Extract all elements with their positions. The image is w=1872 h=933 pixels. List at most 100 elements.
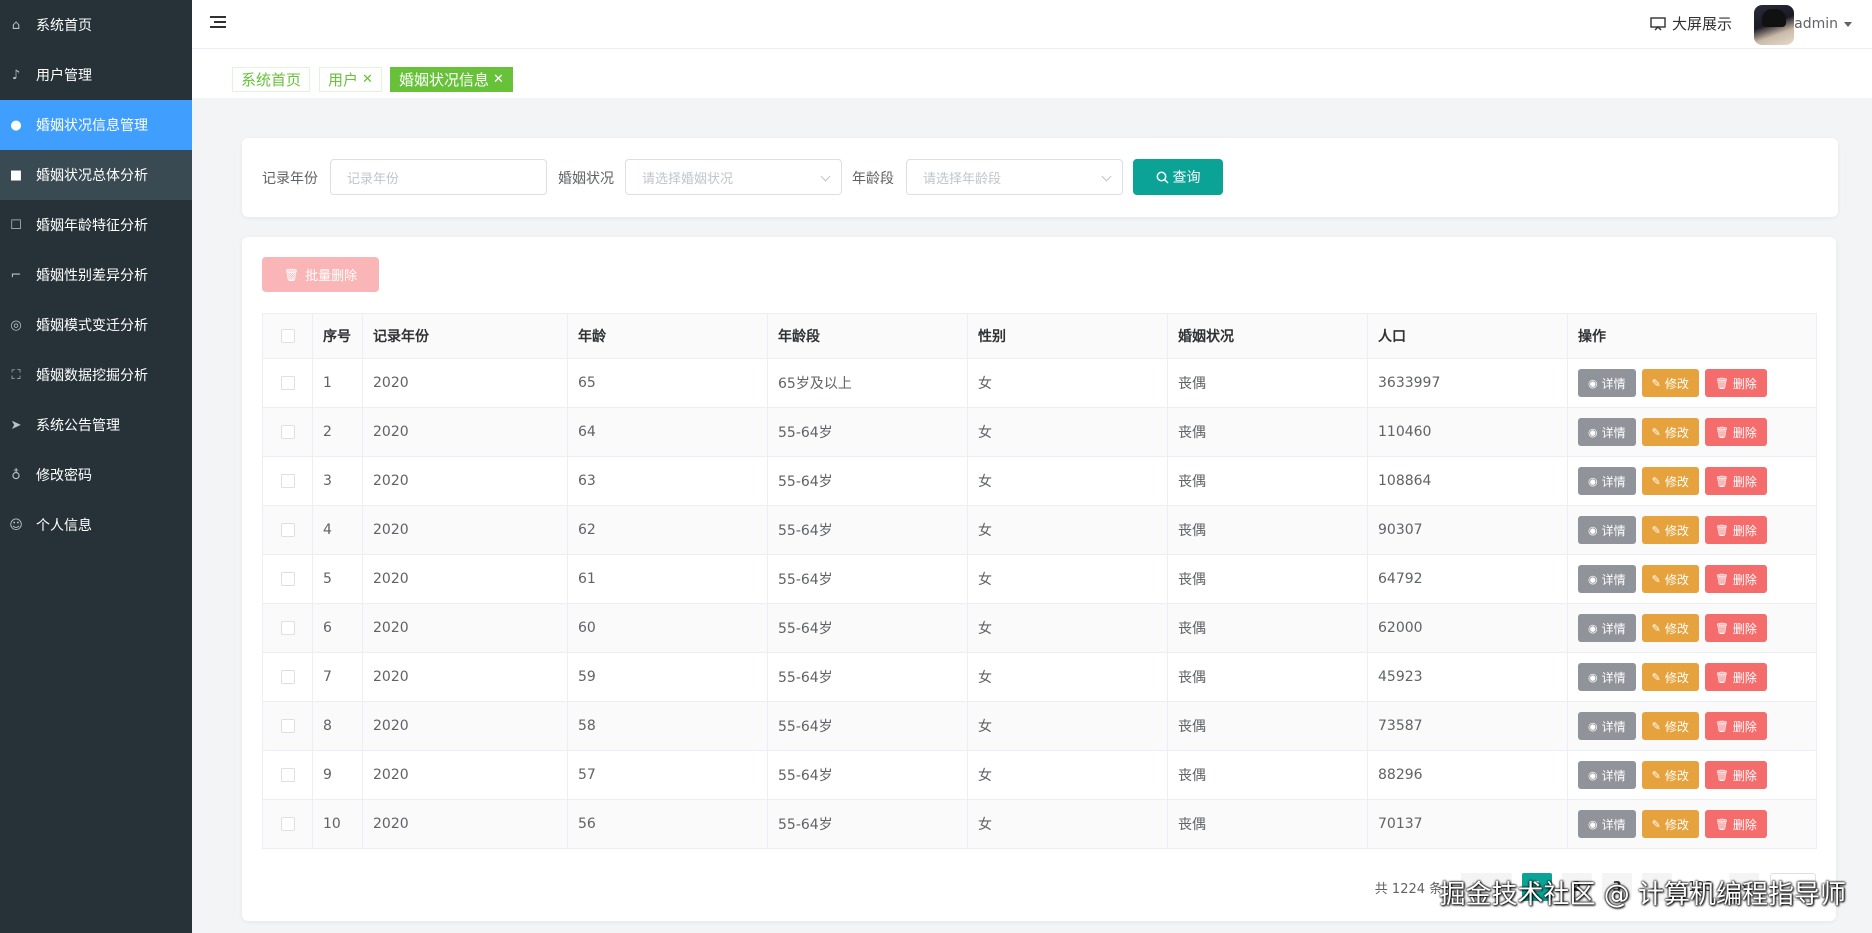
delete-button[interactable]: 🗑 删除 <box>1704 516 1767 544</box>
status-select[interactable]: 请选择婚姻状况 <box>625 159 842 195</box>
cell-age: 65 <box>567 358 768 408</box>
detail-button[interactable]: ◉ 详情 <box>1578 663 1636 691</box>
age-group-placeholder: 请选择年龄段 <box>923 171 1002 187</box>
batch-delete-label: 批量删除 <box>305 269 358 284</box>
sidebar-item[interactable]: ☐ 婚姻年龄特征分析 <box>0 200 192 250</box>
bulb-icon: ● <box>10 117 22 133</box>
detail-label: 详情 <box>1601 719 1626 734</box>
table-panel: 🗑 批量删除 序号 记录年份 年龄 年龄段 性别 婚姻状况 人口 操作 1 202… <box>242 237 1836 921</box>
delete-button[interactable]: 🗑 删除 <box>1704 418 1767 446</box>
row-checkbox[interactable] <box>280 572 295 586</box>
detail-button[interactable]: ◉ 详情 <box>1578 467 1636 495</box>
row-checkbox[interactable] <box>280 523 295 537</box>
cell-population: 90307 <box>1367 505 1568 555</box>
detail-button[interactable]: ◉ 详情 <box>1578 810 1636 838</box>
sidebar-item[interactable]: ● 婚姻状况信息管理 <box>0 100 192 150</box>
age-group-select[interactable]: 请选择年龄段 <box>906 159 1123 195</box>
row-checkbox[interactable] <box>280 474 295 488</box>
delete-button[interactable]: 🗑 删除 <box>1704 467 1767 495</box>
close-icon[interactable]: ✕ <box>362 72 373 87</box>
select-all-checkbox[interactable] <box>280 329 295 343</box>
sidebar-item[interactable]: ⌂ 系统首页 <box>0 0 192 50</box>
tag-marriage-info[interactable]: 婚姻状况信息 ✕ <box>390 67 513 92</box>
sidebar-item[interactable]: ♁ 修改密码 <box>0 450 192 500</box>
detail-button[interactable]: ◉ 详情 <box>1578 712 1636 740</box>
header-actions: 操作 <box>1567 313 1817 359</box>
row-checkbox[interactable] <box>280 768 295 782</box>
edit-label: 修改 <box>1664 670 1689 685</box>
cell-age: 60 <box>567 603 768 653</box>
delete-button[interactable]: 🗑 删除 <box>1704 369 1767 397</box>
edit-button[interactable]: ✎ 修改 <box>1641 369 1699 397</box>
edit-button[interactable]: ✎ 修改 <box>1641 516 1699 544</box>
tag-home[interactable]: 系统首页 <box>232 67 311 92</box>
delete-label: 删除 <box>1732 523 1757 538</box>
sidebar-item[interactable]: ☺ 个人信息 <box>0 500 192 550</box>
tag-marriage-label: 婚姻状况信息 <box>399 71 490 89</box>
close-icon[interactable]: ✕ <box>493 72 504 87</box>
delete-label: 删除 <box>1732 719 1757 734</box>
cell-gender: 女 <box>967 554 1168 604</box>
edit-button[interactable]: ✎ 修改 <box>1641 467 1699 495</box>
row-select-cell <box>262 456 313 506</box>
edit-button[interactable]: ✎ 修改 <box>1641 810 1699 838</box>
table-row: 7 2020 59 55-64岁女丧偶 45923 ◉ 详情 ✎ 修改 🗑 删除 <box>262 652 1817 702</box>
search-icon <box>1156 171 1169 184</box>
sidebar-item[interactable]: ■ 婚姻状况总体分析 <box>0 150 192 200</box>
detail-label: 详情 <box>1601 817 1626 832</box>
delete-button[interactable]: 🗑 删除 <box>1704 761 1767 789</box>
row-checkbox[interactable] <box>280 817 295 831</box>
delete-button[interactable]: 🗑 删除 <box>1704 712 1767 740</box>
sidebar-item-label: 系统公告管理 <box>36 418 120 434</box>
sidebar-item[interactable]: ♪ 用户管理 <box>0 50 192 100</box>
detail-button[interactable]: ◉ 详情 <box>1578 369 1636 397</box>
edit-button[interactable]: ✎ 修改 <box>1641 614 1699 642</box>
edit-button[interactable]: ✎ 修改 <box>1641 712 1699 740</box>
cell-gender: 女 <box>967 652 1168 702</box>
user-dropdown[interactable]: admin <box>1794 16 1852 32</box>
sidebar-item-label: 用户管理 <box>36 68 92 84</box>
cell-index: 9 <box>312 750 363 800</box>
sidebar-item[interactable]: ◎ 婚姻模式变迁分析 <box>0 300 192 350</box>
row-checkbox[interactable] <box>280 670 295 684</box>
detail-button[interactable]: ◉ 详情 <box>1578 565 1636 593</box>
watermark: 掘金技术社区 @ 计算机编程指导师 <box>1439 880 1846 910</box>
avatar[interactable] <box>1754 5 1794 45</box>
delete-button[interactable]: 🗑 删除 <box>1704 810 1767 838</box>
row-checkbox[interactable] <box>280 425 295 439</box>
cell-age-group: 55-64岁 <box>767 407 968 457</box>
sidebar-item[interactable]: ⌐ 婚姻性别差异分析 <box>0 250 192 300</box>
edit-button[interactable]: ✎ 修改 <box>1641 663 1699 691</box>
detail-button[interactable]: ◉ 详情 <box>1578 761 1636 789</box>
detail-button[interactable]: ◉ 详情 <box>1578 516 1636 544</box>
batch-delete-button[interactable]: 🗑 批量删除 <box>262 257 379 292</box>
cell-age-group: 55-64岁 <box>767 799 968 849</box>
row-checkbox[interactable] <box>280 621 295 635</box>
row-checkbox[interactable] <box>280 719 295 733</box>
pencil-icon: ✎ <box>1651 425 1661 439</box>
delete-button[interactable]: 🗑 删除 <box>1704 663 1767 691</box>
status-placeholder: 请选择婚姻状况 <box>642 171 734 187</box>
query-button[interactable]: 查询 <box>1133 159 1223 195</box>
detail-button[interactable]: ◉ 详情 <box>1578 614 1636 642</box>
trash-icon: 🗑 <box>1714 474 1729 488</box>
edit-button[interactable]: ✎ 修改 <box>1641 761 1699 789</box>
delete-button[interactable]: 🗑 删除 <box>1704 565 1767 593</box>
sidebar-item[interactable]: ⛶ 婚姻数据挖掘分析 <box>0 350 192 400</box>
edit-button[interactable]: ✎ 修改 <box>1641 565 1699 593</box>
delete-button[interactable]: 🗑 删除 <box>1704 614 1767 642</box>
query-label: 查询 <box>1172 170 1201 186</box>
year-input[interactable]: 记录年份 <box>330 159 547 195</box>
edit-button[interactable]: ✎ 修改 <box>1641 418 1699 446</box>
row-checkbox[interactable] <box>280 376 295 390</box>
cell-age: 56 <box>567 799 768 849</box>
tag-user[interactable]: 用户 ✕ <box>319 67 382 92</box>
detail-button[interactable]: ◉ 详情 <box>1578 418 1636 446</box>
sidebar-item[interactable]: ➤ 系统公告管理 <box>0 400 192 450</box>
detail-label: 详情 <box>1601 425 1626 440</box>
edit-label: 修改 <box>1664 376 1689 391</box>
cell-actions: ◉ 详情 ✎ 修改 🗑 删除 <box>1567 701 1817 751</box>
menu-toggle-icon[interactable] <box>210 16 226 30</box>
bigscreen-button[interactable]: 大屏展示 <box>1650 13 1732 34</box>
cell-age-group: 55-64岁 <box>767 603 968 653</box>
